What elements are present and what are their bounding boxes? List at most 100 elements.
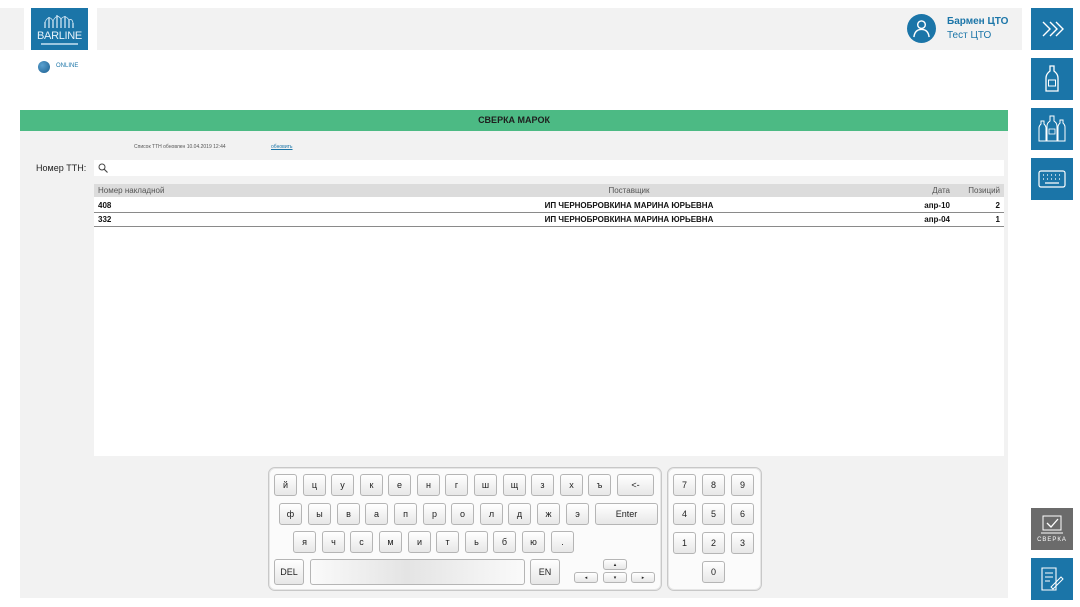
user-name: Бармен ЦТО	[947, 16, 1009, 27]
numpad-key[interactable]: 3	[731, 532, 754, 554]
key-row2[interactable]: э	[566, 503, 589, 525]
app-logo: BARLINE	[31, 8, 88, 50]
expand-menu-button[interactable]	[1031, 8, 1073, 50]
cell-supplier: ИП ЧЕРНОБРОВКИНА МАРИНА ЮРЬЕВНА	[544, 215, 714, 224]
key-row1[interactable]: з	[531, 474, 554, 496]
numpad-key[interactable]: 6	[731, 503, 754, 525]
delete-key[interactable]: DEL	[274, 559, 304, 585]
table-header: Номер накладной Поставщик Дата Позиций	[94, 184, 1004, 197]
bottle-icon	[1045, 65, 1059, 92]
document-pen-icon	[1041, 567, 1064, 591]
key-row3[interactable]: ь	[465, 531, 488, 553]
key-row2[interactable]: ф	[279, 503, 302, 525]
user-avatar-icon[interactable]	[907, 14, 936, 43]
col-header-number: Номер накладной	[98, 186, 165, 195]
key-row3[interactable]: и	[408, 531, 431, 553]
key-row2[interactable]: р	[423, 503, 446, 525]
key-row1[interactable]: й	[274, 474, 297, 496]
updated-text: Список ТТН обновлен 10.04.2019 12:44	[134, 144, 226, 150]
bottles-button[interactable]	[1031, 108, 1073, 150]
top-bar-left-strip	[0, 8, 24, 50]
user-role: Тест ЦТО	[947, 30, 992, 41]
key-row1[interactable]: ш	[474, 474, 497, 496]
key-row1[interactable]: щ	[503, 474, 526, 496]
arrow-left-key[interactable]: ◂	[574, 572, 598, 583]
key-row2[interactable]: ж	[537, 503, 560, 525]
col-header-supplier: Поставщик	[608, 186, 650, 195]
numpad-key[interactable]: 0	[702, 561, 725, 583]
checkmark-screen-icon	[1041, 515, 1063, 534]
key-row3[interactable]: б	[493, 531, 516, 553]
key-row2[interactable]: п	[394, 503, 417, 525]
key-row1[interactable]: х	[560, 474, 583, 496]
numpad-key[interactable]: 1	[673, 532, 696, 554]
key-row1[interactable]: у	[331, 474, 354, 496]
document-button[interactable]	[1031, 558, 1073, 600]
arrow-up-key[interactable]: ▴	[603, 559, 627, 570]
key-row2[interactable]: в	[337, 503, 360, 525]
search-icon	[98, 163, 108, 173]
key-row1[interactable]: ц	[303, 474, 326, 496]
onscreen-keyboard: й ц у к е н г ш щ з х ъ <- ф ы в а п р о…	[268, 467, 662, 591]
keyboard-button[interactable]	[1031, 158, 1073, 200]
enter-key[interactable]: Enter	[595, 503, 658, 525]
logo-underline	[41, 43, 78, 45]
backspace-key[interactable]: <-	[617, 474, 654, 496]
space-key[interactable]	[310, 559, 525, 585]
key-row3[interactable]: ю	[522, 531, 545, 553]
numpad-key[interactable]: 2	[702, 532, 725, 554]
numpad-key[interactable]: 9	[731, 474, 754, 496]
key-row1[interactable]: к	[360, 474, 383, 496]
key-row1[interactable]: г	[445, 474, 468, 496]
language-toggle-key[interactable]: EN	[530, 559, 560, 585]
key-row3[interactable]: с	[350, 531, 373, 553]
tth-label: Номер ТТН:	[36, 163, 87, 173]
keyboard-icon	[1038, 170, 1066, 188]
key-row3[interactable]: м	[379, 531, 402, 553]
sverka-button[interactable]: СВЕРКА	[1031, 508, 1073, 550]
key-row2[interactable]: д	[508, 503, 531, 525]
sverka-label: СВЕРКА	[1037, 537, 1067, 543]
cell-positions: 1	[995, 215, 1000, 224]
key-row1[interactable]: н	[417, 474, 440, 496]
key-row2[interactable]: о	[451, 503, 474, 525]
section-title: СВЕРКА МАРОК	[20, 110, 1008, 131]
invoice-table: Номер накладной Поставщик Дата Позиций 4…	[94, 184, 1004, 456]
logo-text: BARLINE	[37, 30, 82, 42]
arrow-right-key[interactable]: ▸	[631, 572, 655, 583]
bottle-button[interactable]	[1031, 58, 1073, 100]
key-row1[interactable]: е	[388, 474, 411, 496]
key-row3[interactable]: ч	[322, 531, 345, 553]
col-header-date: Дата	[932, 186, 950, 195]
status-label: ONLINE	[56, 63, 79, 69]
double-chevron-right-icon	[1042, 21, 1064, 37]
key-row2[interactable]: л	[480, 503, 503, 525]
cell-positions: 2	[995, 201, 1000, 210]
numpad-key[interactable]: 8	[702, 474, 725, 496]
numpad-key[interactable]: 7	[673, 474, 696, 496]
bottles-icon	[1038, 115, 1066, 142]
key-row1[interactable]: ъ	[588, 474, 611, 496]
online-status-icon	[38, 61, 50, 73]
top-bar	[97, 8, 1022, 50]
cell-date: апр-04	[924, 215, 950, 224]
cell-number: 332	[98, 215, 112, 224]
key-row3[interactable]: т	[436, 531, 459, 553]
numpad-key[interactable]: 4	[673, 503, 696, 525]
col-header-positions: Позиций	[968, 186, 1000, 195]
arrow-down-key[interactable]: ▾	[603, 572, 627, 583]
logo-skyline-icon	[44, 15, 74, 28]
key-row2[interactable]: а	[365, 503, 388, 525]
cell-number: 408	[98, 201, 112, 210]
table-row[interactable]: 332 ИП ЧЕРНОБРОВКИНА МАРИНА ЮРЬЕВНА апр-…	[94, 213, 1004, 227]
cell-supplier: ИП ЧЕРНОБРОВКИНА МАРИНА ЮРЬЕВНА	[544, 201, 714, 210]
refresh-link[interactable]: обновить	[271, 144, 293, 150]
table-row[interactable]: 408 ИП ЧЕРНОБРОВКИНА МАРИНА ЮРЬЕВНА апр-…	[94, 199, 1004, 213]
numeric-keypad: 7 8 9 4 5 6 1 2 3 0	[667, 467, 762, 591]
key-row2[interactable]: ы	[308, 503, 331, 525]
tth-search-input[interactable]	[94, 160, 1004, 176]
period-key[interactable]: .	[551, 531, 574, 553]
numpad-key[interactable]: 5	[702, 503, 725, 525]
cell-date: апр-10	[924, 201, 950, 210]
key-row3[interactable]: я	[293, 531, 316, 553]
